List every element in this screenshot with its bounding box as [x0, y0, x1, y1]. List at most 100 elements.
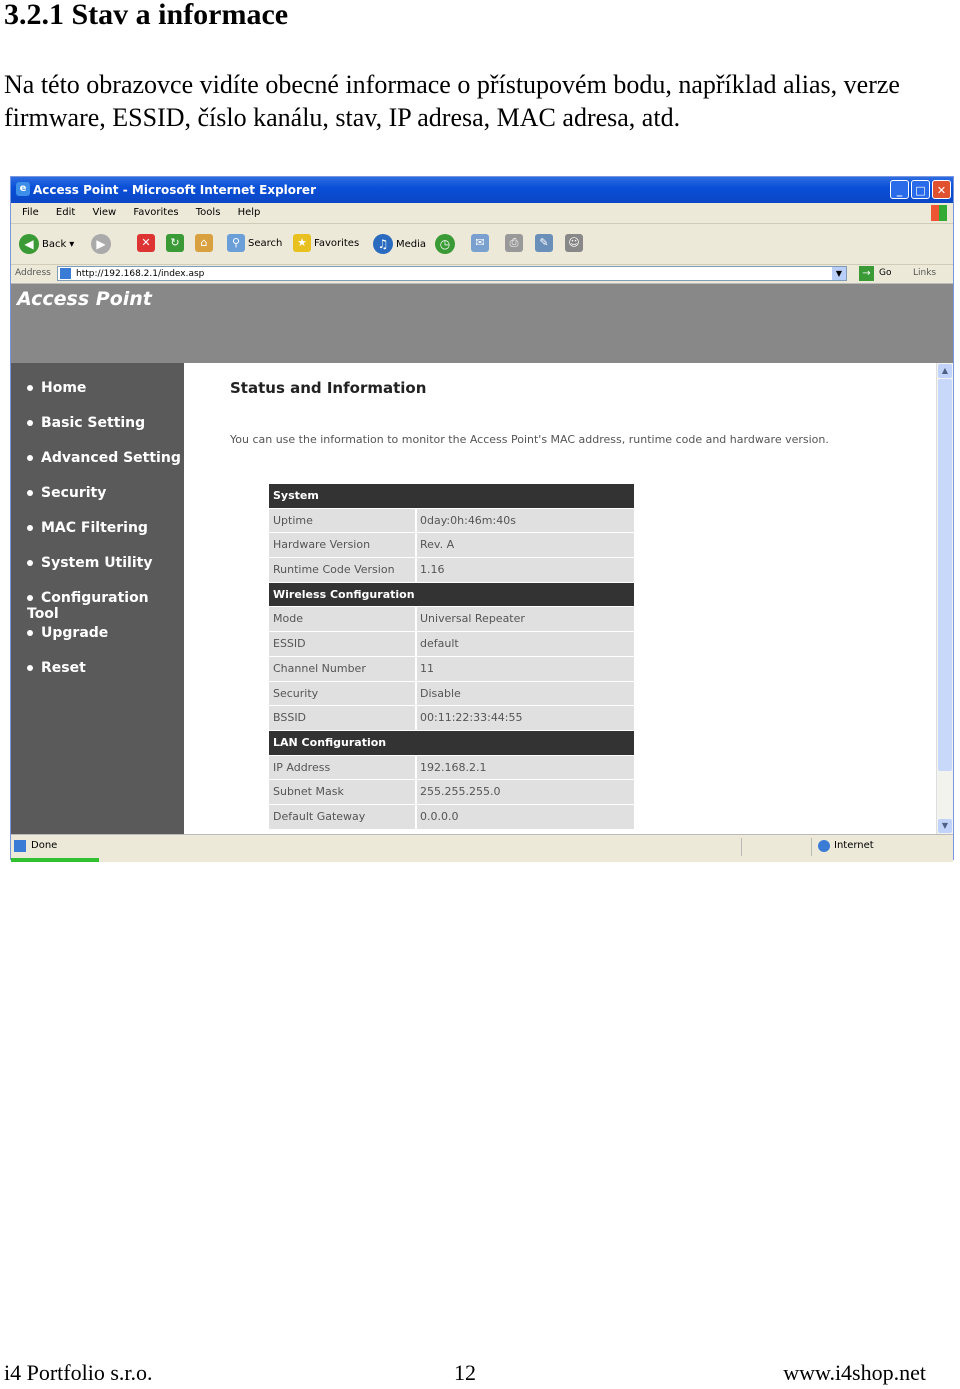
sidebar-nav: Home Basic Setting Advanced Setting Secu… — [11, 363, 184, 834]
home-icon: ⌂ — [195, 234, 213, 252]
menu-tools[interactable]: Tools — [193, 207, 224, 218]
progress-bar — [11, 858, 99, 862]
mail-icon: ✉ — [471, 234, 489, 252]
back-label: Back — [42, 238, 67, 250]
table-row: Runtime Code Version 1.16 — [269, 558, 634, 583]
address-input[interactable]: http://192.168.2.1/index.asp ▼ — [57, 266, 847, 281]
nav-label: Home — [41, 380, 87, 396]
nav-reset[interactable]: Reset — [27, 660, 86, 676]
star-icon: ★ — [293, 234, 311, 252]
scroll-up-icon[interactable]: ▲ — [938, 364, 952, 378]
close-button[interactable]: ✕ — [932, 180, 951, 199]
scroll-thumb[interactable] — [938, 379, 952, 771]
search-button[interactable]: ⚲ Search — [227, 234, 282, 252]
forward-button[interactable]: ▶ — [91, 234, 111, 254]
chevron-down-icon: ▾ — [69, 238, 75, 250]
nav-mac-filtering[interactable]: MAC Filtering — [27, 520, 148, 536]
page-icon — [60, 268, 71, 279]
go-arrow-icon[interactable]: → — [859, 266, 874, 281]
bullet-icon — [27, 560, 33, 566]
nav-advanced-setting[interactable]: Advanced Setting — [27, 450, 181, 466]
media-label: Media — [396, 238, 427, 250]
nav-label: Basic Setting — [41, 415, 146, 431]
mail-button[interactable]: ✉ — [471, 234, 489, 252]
windows-logo-icon — [931, 205, 947, 221]
search-label: Search — [248, 237, 283, 249]
edit-button[interactable]: ✎ — [535, 234, 553, 252]
address-dropdown-icon[interactable]: ▼ — [832, 267, 846, 280]
links-button[interactable]: Links — [913, 268, 936, 278]
zone-label: Internet — [834, 840, 874, 851]
history-icon: ◷ — [435, 234, 455, 254]
favorites-button[interactable]: ★ Favorites — [293, 234, 359, 252]
bullet-icon — [27, 490, 33, 496]
nav-upgrade[interactable]: Upgrade — [27, 625, 108, 641]
section-heading: 3.2.1 Stav a informace — [4, 0, 289, 31]
stop-icon: ✕ — [137, 234, 155, 252]
search-icon: ⚲ — [227, 234, 245, 252]
print-button[interactable]: ⎙ — [505, 234, 523, 252]
scroll-down-icon[interactable]: ▼ — [938, 819, 952, 833]
bullet-icon — [27, 420, 33, 426]
bullet-icon — [27, 525, 33, 531]
nav-label: MAC Filtering — [41, 520, 148, 536]
history-button[interactable]: ◷ — [435, 234, 455, 254]
title-bar: e Access Point - Microsoft Internet Expl… — [11, 177, 953, 203]
address-label: Address — [15, 268, 51, 278]
nav-configuration-tool[interactable]: Configuration Tool — [27, 590, 184, 622]
refresh-button[interactable]: ↻ — [166, 234, 184, 252]
window-title: Access Point - Microsoft Internet Explor… — [33, 183, 316, 197]
table-row: ESSID default — [269, 632, 634, 657]
table-row: IP Address 192.168.2.1 — [269, 755, 634, 781]
intro-paragraph: Na této obrazovce vidíte obecné informac… — [4, 70, 900, 132]
media-button[interactable]: ♫ Media — [373, 234, 426, 254]
minimize-button[interactable]: _ — [890, 180, 909, 199]
nav-label: Advanced Setting — [41, 450, 181, 466]
go-button[interactable]: Go — [879, 268, 891, 278]
address-bar: Address http://192.168.2.1/index.asp ▼ →… — [11, 265, 953, 284]
nav-home[interactable]: Home — [27, 380, 86, 396]
favorites-label: Favorites — [314, 237, 360, 249]
menu-edit[interactable]: Edit — [53, 207, 78, 218]
table-row: Channel Number 11 — [269, 656, 634, 682]
print-icon: ⎙ — [505, 234, 523, 252]
section-header-wireless: Wireless Configuration — [269, 582, 634, 608]
menu-favorites[interactable]: Favorites — [130, 207, 181, 218]
toolbar: ◀ Back ▾ ▶ ✕ ↻ ⌂ ⚲ Search ★ Favorites ♫ … — [11, 224, 953, 265]
back-arrow-icon: ◀ — [19, 234, 39, 254]
refresh-icon: ↻ — [166, 234, 184, 252]
forward-arrow-icon: ▶ — [91, 234, 111, 254]
menu-file[interactable]: File — [19, 207, 42, 218]
nav-label: Upgrade — [41, 625, 109, 641]
url-text: http://192.168.2.1/index.asp — [76, 269, 205, 279]
messenger-button[interactable]: ☺ — [565, 234, 583, 252]
menu-bar: File Edit View Favorites Tools Help — [11, 203, 953, 224]
page-done-icon — [14, 840, 26, 852]
bullet-icon — [27, 630, 33, 636]
internet-zone-icon — [818, 840, 830, 852]
status-bar: Done Internet — [11, 834, 953, 862]
back-button[interactable]: ◀ Back ▾ — [19, 234, 74, 254]
maximize-button[interactable]: □ — [911, 180, 930, 199]
bullet-icon — [27, 385, 33, 391]
ie-icon: e — [16, 182, 30, 196]
messenger-icon: ☺ — [565, 234, 583, 252]
bullet-icon — [27, 595, 33, 601]
menu-help[interactable]: Help — [235, 207, 264, 218]
nav-security[interactable]: Security — [27, 485, 106, 501]
menu-view[interactable]: View — [89, 207, 119, 218]
nav-label: System Utility — [41, 555, 153, 571]
stop-button[interactable]: ✕ — [137, 234, 155, 252]
nav-system-utility[interactable]: System Utility — [27, 555, 152, 571]
table-row: Subnet Mask 255.255.255.0 — [269, 780, 634, 805]
table-row: Uptime 0day:0h:46m:40s — [269, 508, 634, 534]
bullet-icon — [27, 665, 33, 671]
table-row: Default Gateway 0.0.0.0 — [269, 804, 634, 830]
nav-basic-setting[interactable]: Basic Setting — [27, 415, 145, 431]
footer-company: i4 Portfolio s.r.o. — [4, 1360, 153, 1385]
nav-label: Security — [41, 485, 107, 501]
vertical-scrollbar[interactable]: ▲ ▼ — [936, 363, 953, 834]
page-banner: Access Point — [11, 284, 953, 363]
status-divider — [811, 838, 812, 856]
home-button[interactable]: ⌂ — [195, 234, 213, 252]
